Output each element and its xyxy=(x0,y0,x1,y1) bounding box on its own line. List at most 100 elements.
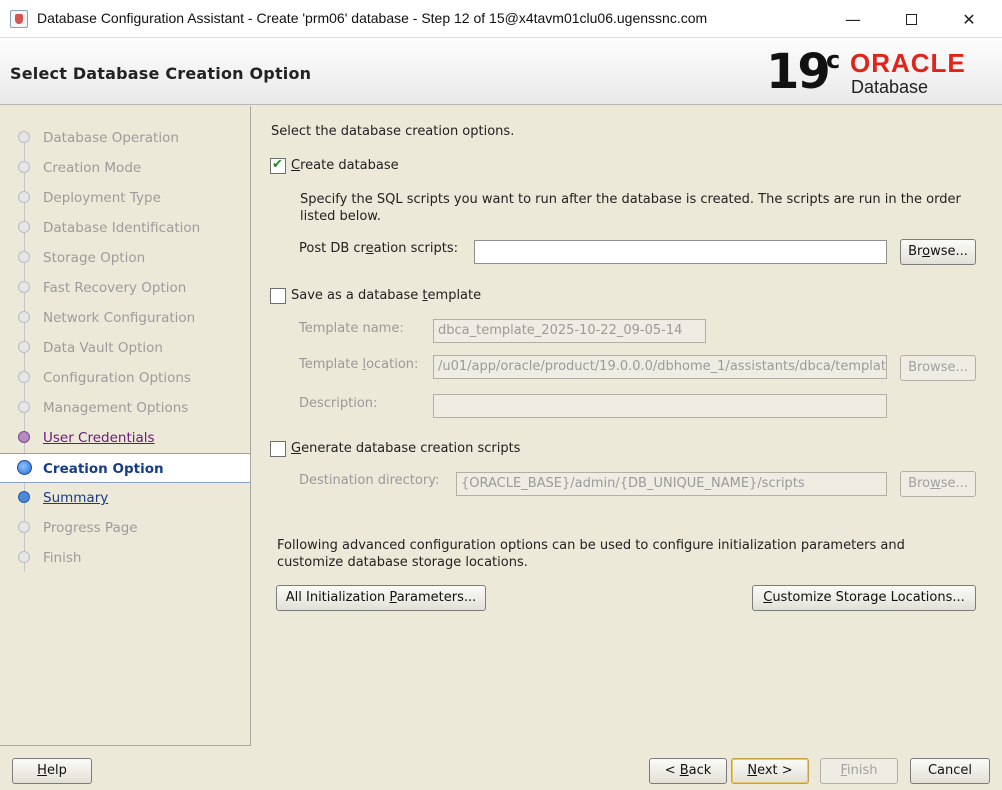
close-button[interactable]: ✕ xyxy=(946,0,992,38)
post-db-scripts-label: Post DB creation scripts: xyxy=(299,241,458,256)
main-content: Select the database creation options. Cr… xyxy=(252,106,1002,746)
step-dot-icon xyxy=(18,491,30,503)
template-location-label: Template location: xyxy=(299,357,418,372)
label-part: enerate database creation scripts xyxy=(301,441,521,456)
step-label: User Credentials xyxy=(43,430,155,446)
mnemonic-key: N xyxy=(747,763,758,778)
label-part: All Initialization xyxy=(285,590,390,605)
save-template-checkbox[interactable] xyxy=(270,288,286,304)
label-part: ocation: xyxy=(366,357,419,372)
step-label: Summary xyxy=(43,490,109,506)
minimize-button[interactable]: — xyxy=(830,0,876,38)
step-summary[interactable]: Summary xyxy=(0,483,250,513)
back-button[interactable]: < Back xyxy=(649,758,727,784)
step-dot-icon xyxy=(18,401,30,413)
template-location-input[interactable]: /u01/app/oracle/product/19.0.0.0/dbhome_… xyxy=(433,355,887,379)
advanced-options-text-line1: Following advanced configuration options… xyxy=(277,538,905,553)
step-finish: Finish xyxy=(0,543,250,573)
step-creation-option: Creation Option xyxy=(0,453,250,483)
advanced-options-text-line2: customize database storage locations. xyxy=(277,555,528,570)
step-dot-icon xyxy=(18,281,30,293)
page-header: Select Database Creation Option 19 c ORA… xyxy=(0,38,1002,105)
logo-database-label: Database xyxy=(851,77,929,97)
mnemonic-key: o xyxy=(922,244,931,259)
destination-directory-input[interactable]: {ORACLE_BASE}/admin/{DB_UNIQUE_NAME}/scr… xyxy=(456,472,887,496)
template-name-input[interactable]: dbca_template_2025-10-22_09-05-14 xyxy=(433,319,706,343)
step-management-options: Management Options xyxy=(0,393,250,423)
window-title-bar: Database Configuration Assistant - Creat… xyxy=(0,0,1002,38)
post-scripts-browse-button[interactable]: Browse... xyxy=(900,239,976,265)
template-location-browse-button[interactable]: Browse... xyxy=(900,355,976,381)
help-button[interactable]: Help xyxy=(12,758,92,784)
label-part: ack xyxy=(688,763,712,778)
label-part: Save as a database xyxy=(291,288,423,303)
step-label: Management Options xyxy=(43,400,189,416)
step-database-operation: Database Operation xyxy=(0,123,250,153)
label-part: Br xyxy=(908,244,923,259)
step-label: Creation Mode xyxy=(43,160,142,176)
java-app-icon xyxy=(10,10,28,28)
step-dot-icon xyxy=(18,431,30,443)
template-description-input[interactable] xyxy=(433,394,887,418)
step-dot-icon xyxy=(18,221,30,233)
finish-button[interactable]: Finish xyxy=(820,758,898,784)
step-label: Network Configuration xyxy=(43,310,196,326)
step-dot-icon xyxy=(18,161,30,173)
page-title: Select Database Creation Option xyxy=(10,64,312,83)
post-scripts-description-line1: Specify the SQL scripts you want to run … xyxy=(300,192,961,207)
mnemonic-key: e xyxy=(365,241,374,256)
cancel-button[interactable]: Cancel xyxy=(910,758,990,784)
logo-version: 19 xyxy=(766,44,831,100)
label-part: ation scripts: xyxy=(373,241,458,256)
maximize-button[interactable] xyxy=(888,0,934,38)
minimize-icon: — xyxy=(845,9,861,29)
generate-scripts-checkbox[interactable] xyxy=(270,441,286,457)
mnemonic-key: B xyxy=(679,763,689,778)
step-label: Creation Option xyxy=(43,461,164,477)
step-dot-icon xyxy=(18,551,30,563)
close-icon: ✕ xyxy=(962,9,976,29)
step-label: Storage Option xyxy=(43,250,146,266)
create-database-checkbox[interactable] xyxy=(270,157,286,174)
intro-text: Select the database creation options. xyxy=(271,124,515,139)
label-part: elp xyxy=(46,763,67,778)
step-dot-icon xyxy=(18,311,30,323)
label-part: ustomize Storage Locations... xyxy=(772,590,965,605)
destination-directory-label: Destination directory: xyxy=(299,473,440,488)
mnemonic-key: G xyxy=(291,441,302,456)
step-deployment-type: Deployment Type xyxy=(0,183,250,213)
post-scripts-description-line2: listed below. xyxy=(300,209,381,224)
label-part: inish xyxy=(847,763,878,778)
destination-browse-button[interactable]: Browse... xyxy=(900,471,976,497)
mnemonic-key: w xyxy=(930,476,941,491)
post-db-scripts-input[interactable] xyxy=(474,240,887,264)
step-dot-icon xyxy=(18,191,30,203)
step-storage-option: Storage Option xyxy=(0,243,250,273)
step-dot-icon xyxy=(18,251,30,263)
step-label: Configuration Options xyxy=(43,370,191,386)
step-dot-icon xyxy=(18,131,30,143)
generate-scripts-label[interactable]: Generate database creation scripts xyxy=(291,441,520,456)
mnemonic-key: C xyxy=(763,590,773,605)
step-label: Deployment Type xyxy=(43,190,161,206)
create-database-label[interactable]: Create database xyxy=(291,158,399,173)
label-part: Template xyxy=(299,357,363,372)
label-part: reate database xyxy=(300,158,399,173)
step-user-credentials[interactable]: User Credentials xyxy=(0,423,250,453)
step-configuration-options: Configuration Options xyxy=(0,363,250,393)
label-part: wse... xyxy=(930,244,968,259)
oracle-logo: ORACLE xyxy=(850,48,966,78)
step-current-dot-icon xyxy=(17,460,32,475)
step-progress-page: Progress Page xyxy=(0,513,250,543)
template-name-label: Template name: xyxy=(299,321,404,336)
step-creation-mode: Creation Mode xyxy=(0,153,250,183)
save-template-label[interactable]: Save as a database template xyxy=(291,288,481,303)
label-part: se... xyxy=(940,476,968,491)
steps-sidebar: Database Operation Creation Mode Deploym… xyxy=(0,106,251,746)
customize-storage-locations-button[interactable]: Customize Storage Locations... xyxy=(752,585,976,611)
step-fast-recovery-option: Fast Recovery Option xyxy=(0,273,250,303)
step-label: Progress Page xyxy=(43,520,138,536)
next-button[interactable]: Next > xyxy=(731,758,809,784)
maximize-icon xyxy=(905,13,917,25)
all-initialization-parameters-button[interactable]: All Initialization Parameters... xyxy=(276,585,486,611)
